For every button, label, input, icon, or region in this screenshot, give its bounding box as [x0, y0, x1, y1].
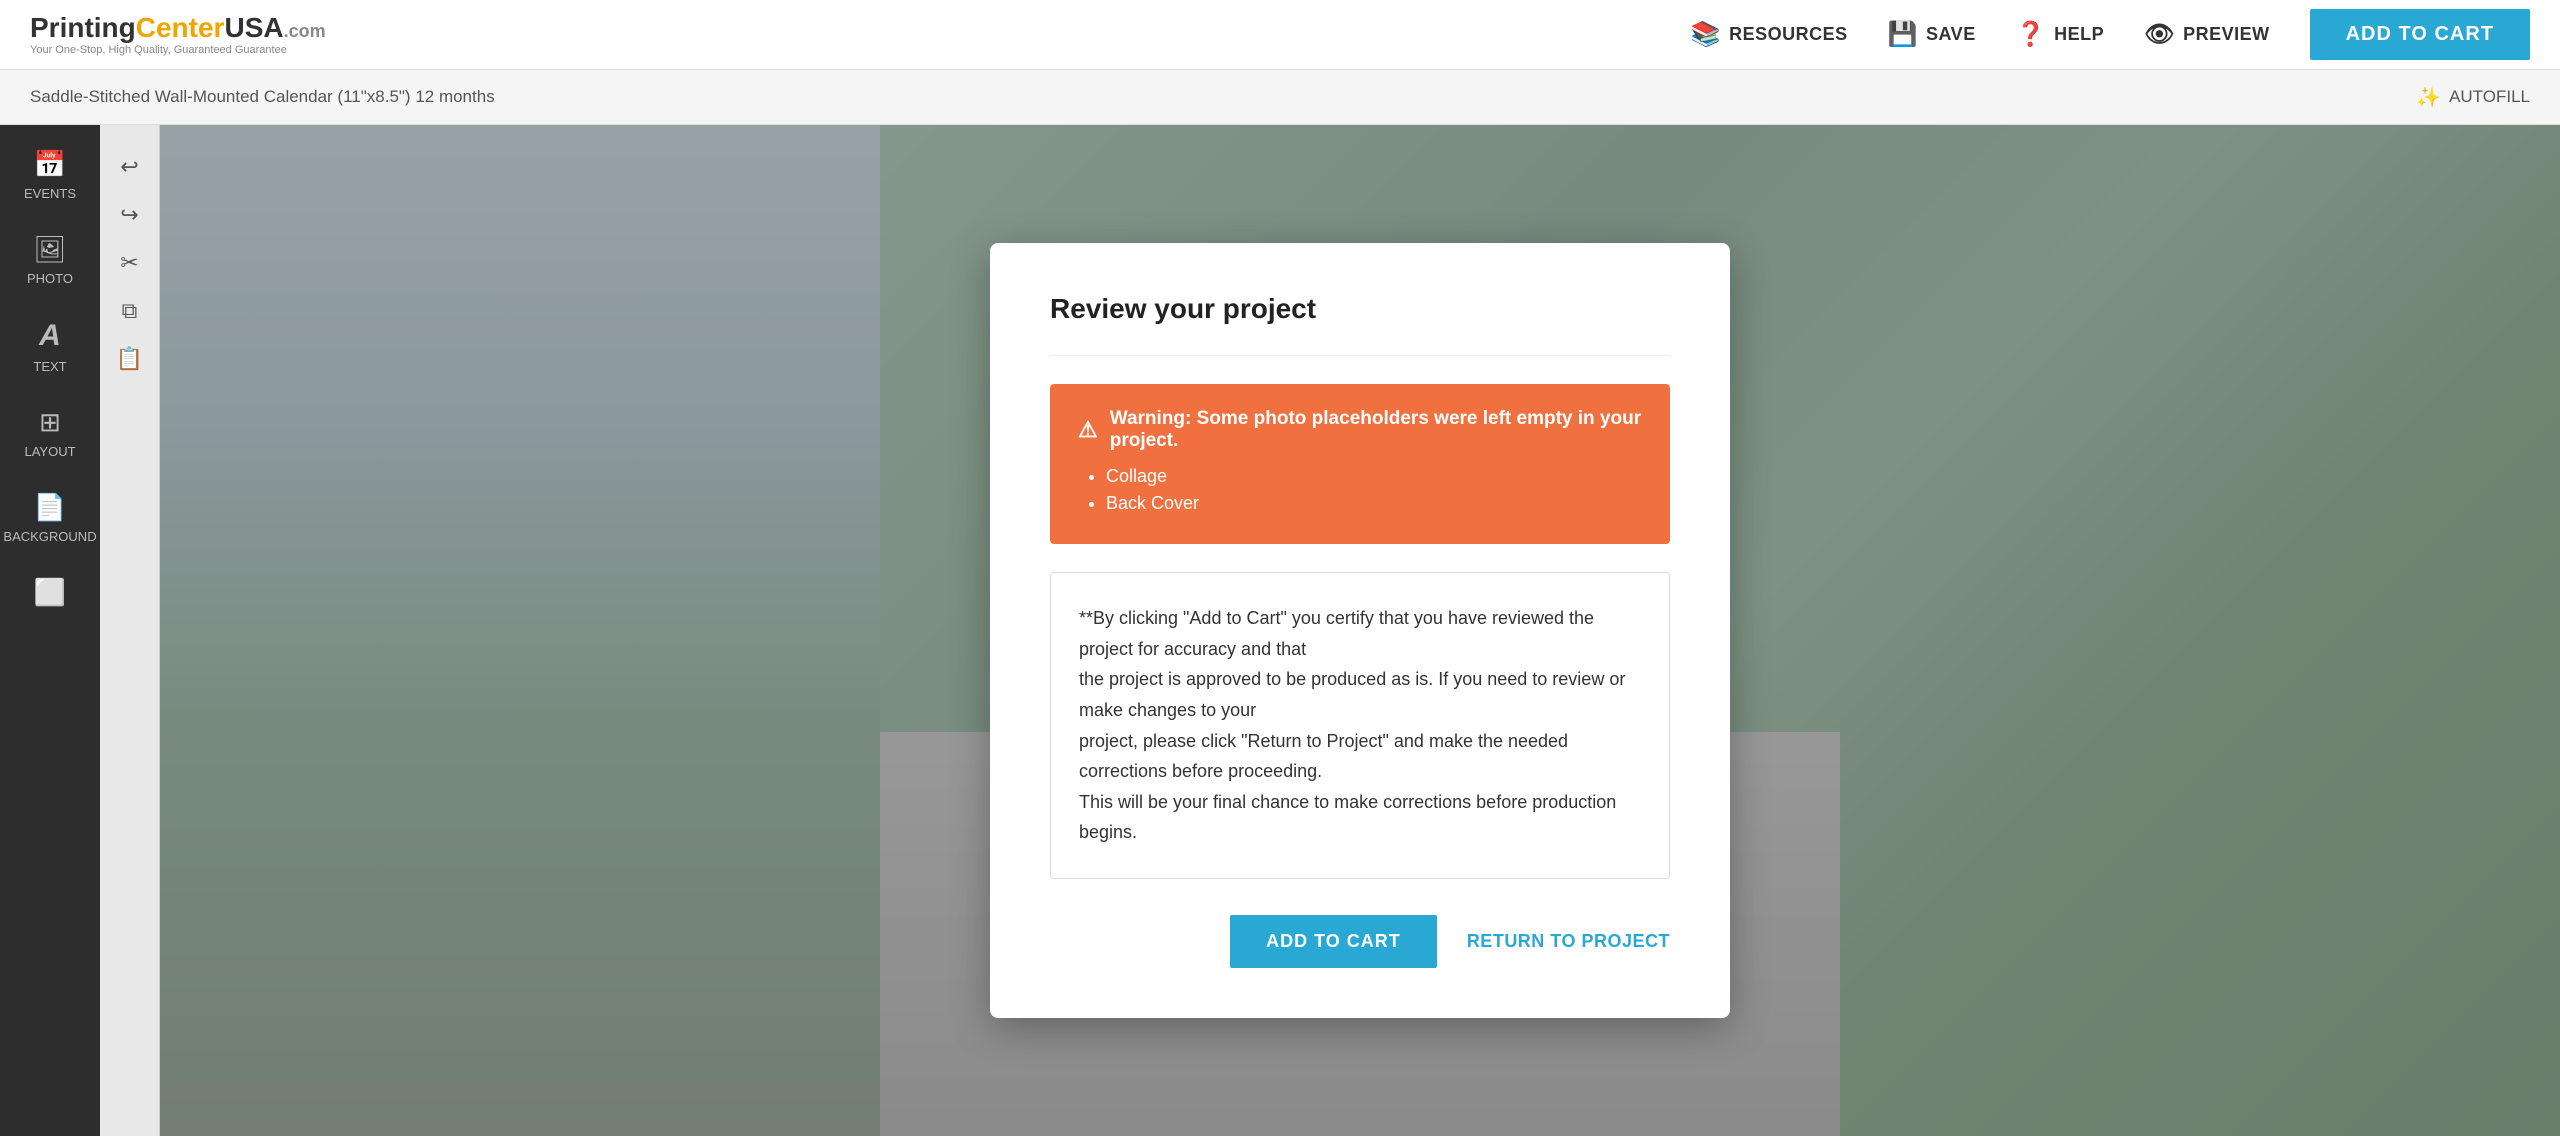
cert-text-2: the project is approved to be produced a…: [1079, 664, 1641, 725]
tool-column: ↩ ↪ ✂ ⧉ 📋: [100, 125, 160, 1136]
logo-center: Center: [136, 12, 225, 43]
warning-list: Collage Back Cover: [1078, 466, 1642, 514]
modal-footer: ADD TO CART RETURN TO PROJECT: [1050, 915, 1670, 968]
certification-box: **By clicking "Add to Cart" you certify …: [1050, 572, 1670, 879]
cut-button[interactable]: ✂: [108, 241, 152, 285]
undo-button[interactable]: ↩: [108, 145, 152, 189]
add-to-cart-header-button[interactable]: ADD TO CART: [2310, 9, 2530, 60]
sidebar-item-background[interactable]: 📄 BACKGROUND: [0, 478, 100, 558]
photo-icon: 🖼: [33, 234, 66, 265]
warning-triangle-icon: ⚠: [1078, 417, 1098, 443]
sidebar-item-text[interactable]: A TEXT: [0, 305, 100, 388]
background-icon: 📄: [34, 492, 66, 523]
help-nav-item[interactable]: ❓ HELP: [2016, 20, 2104, 49]
cut-icon: ✂: [120, 250, 138, 276]
main-area: 📅 EVENTS 🖼 PHOTO A TEXT ⊞ LAYOUT 📄 BACKG…: [0, 125, 2560, 1136]
autofill-label: AUTOFILL: [2449, 87, 2530, 107]
copy-icon: ⧉: [122, 298, 138, 324]
warning-item-back-cover: Back Cover: [1106, 493, 1642, 514]
copy-button[interactable]: ⧉: [108, 289, 152, 333]
sidebar-item-photo-label: PHOTO: [27, 271, 73, 286]
save-nav-item[interactable]: 💾 SAVE: [1888, 20, 1976, 49]
save-label: SAVE: [1926, 24, 1976, 45]
warning-header-text: Warning: Some photo placeholders were le…: [1110, 408, 1642, 452]
sidebar-item-events[interactable]: 📅 EVENTS: [0, 135, 100, 215]
preview-label: PREVIEW: [2183, 24, 2270, 45]
modal-overlay: Review your project ⚠ Warning: Some phot…: [160, 125, 2560, 1136]
logo-tagline: Your One-Stop, High Quality, Guaranteed …: [30, 44, 326, 56]
modal-add-to-cart-button[interactable]: ADD TO CART: [1230, 915, 1437, 968]
left-sidebar: 📅 EVENTS 🖼 PHOTO A TEXT ⊞ LAYOUT 📄 BACKG…: [0, 125, 100, 1136]
paste-button[interactable]: 📋: [108, 337, 152, 381]
warning-item-collage: Collage: [1106, 466, 1642, 487]
help-label: HELP: [2054, 24, 2104, 45]
modal-divider: [1050, 355, 1670, 356]
modal-title: Review your project: [1050, 293, 1670, 325]
paste-icon: 📋: [116, 346, 143, 372]
sidebar-item-background-label: BACKGROUND: [3, 529, 96, 544]
nav-right: 📚 RESOURCES 💾 SAVE ❓ HELP 👁 PREVIEW ADD …: [1691, 9, 2530, 60]
canvas-area: Review your project ⚠ Warning: Some phot…: [160, 125, 2560, 1136]
cert-text-1: **By clicking "Add to Cart" you certify …: [1079, 603, 1641, 664]
layout-icon: ⊞: [39, 407, 61, 438]
help-icon: ❓: [2016, 20, 2046, 49]
redo-button[interactable]: ↪: [108, 193, 152, 237]
logo-usa: USA: [224, 12, 283, 43]
logo-com: .com: [284, 21, 326, 41]
resources-nav-item[interactable]: 📚 RESOURCES: [1691, 20, 1848, 49]
undo-icon: ↩: [120, 154, 138, 180]
autofill-button[interactable]: ✨ AUTOFILL: [2416, 85, 2530, 110]
modal-return-to-project-link[interactable]: RETURN TO PROJECT: [1467, 931, 1670, 952]
review-project-modal: Review your project ⚠ Warning: Some phot…: [990, 243, 1730, 1018]
warning-header: ⚠ Warning: Some photo placeholders were …: [1078, 408, 1642, 452]
sidebar-item-events-label: EVENTS: [24, 186, 76, 201]
resources-icon: 📚: [1691, 20, 1721, 49]
breadcrumb-bar: Saddle-Stitched Wall-Mounted Calendar (1…: [0, 70, 2560, 125]
preview-nav-item[interactable]: 👁 PREVIEW: [2144, 20, 2269, 49]
text-icon: A: [39, 319, 61, 353]
sidebar-item-layout-label: LAYOUT: [24, 444, 75, 459]
sidebar-item-text-label: TEXT: [33, 359, 66, 374]
cert-text-3: project, please click "Return to Project…: [1079, 726, 1641, 787]
save-icon: 💾: [1888, 20, 1918, 49]
extra-icon: ⬜: [34, 577, 66, 608]
redo-icon: ↪: [120, 202, 138, 228]
sidebar-item-layout[interactable]: ⊞ LAYOUT: [0, 393, 100, 473]
warning-box: ⚠ Warning: Some photo placeholders were …: [1050, 384, 1670, 544]
sidebar-item-extra[interactable]: ⬜: [0, 563, 100, 622]
preview-icon: 👁: [2144, 20, 2175, 49]
cert-text-4: This will be your final chance to make c…: [1079, 787, 1641, 848]
autofill-icon: ✨: [2416, 85, 2441, 110]
logo: PrintingCenterUSA.com Your One-Stop, Hig…: [30, 14, 326, 56]
resources-label: RESOURCES: [1729, 24, 1848, 45]
breadcrumb: Saddle-Stitched Wall-Mounted Calendar (1…: [30, 87, 495, 107]
logo-printing: Printing: [30, 12, 136, 43]
sidebar-item-photo[interactable]: 🖼 PHOTO: [0, 220, 100, 300]
top-navigation: PrintingCenterUSA.com Your One-Stop, Hig…: [0, 0, 2560, 70]
events-icon: 📅: [34, 149, 66, 180]
